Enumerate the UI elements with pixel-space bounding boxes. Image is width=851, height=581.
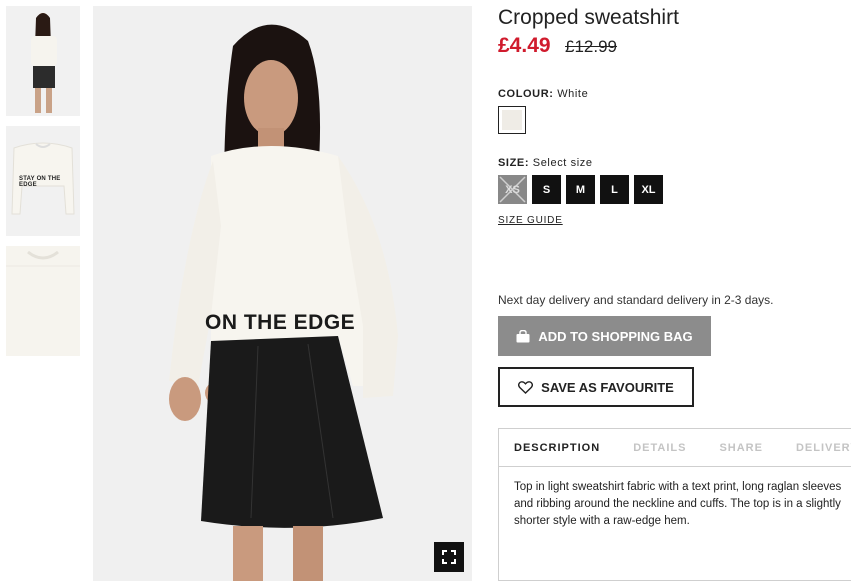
size-option-m[interactable]: M (566, 175, 595, 204)
colour-label: COLOUR: (498, 88, 554, 100)
thumbnail-model-image (6, 6, 80, 116)
heart-icon (518, 380, 534, 394)
swatch-fill (502, 110, 522, 130)
size-label-xs: XS (505, 183, 520, 196)
tab-delivery[interactable]: DELIVERY (796, 442, 851, 454)
add-to-bag-button[interactable]: ADD TO SHOPPING BAG (498, 316, 711, 356)
thumbnail-detail-image (6, 246, 80, 356)
sweatshirt-print-text: ON THE EDGE (205, 311, 356, 334)
size-value: Select size (532, 157, 593, 169)
thumbnail-front[interactable]: STAY ON THE EDGE (6, 126, 80, 236)
model-photo (93, 6, 472, 581)
tab-description[interactable]: DESCRIPTION (514, 442, 600, 454)
thumbnail-list: STAY ON THE EDGE (6, 6, 80, 366)
size-option-xs[interactable]: XS (498, 175, 527, 204)
add-to-bag-label: ADD TO SHOPPING BAG (538, 328, 693, 344)
expand-image-button[interactable] (434, 542, 464, 572)
size-label: SIZE: (498, 157, 530, 169)
description-text: Top in light sweatshirt fabric with a te… (514, 481, 842, 527)
size-option-s[interactable]: S (532, 175, 561, 204)
price-row: £4.49 £12.99 (498, 34, 617, 58)
size-guide-link[interactable]: SIZE GUIDE (498, 215, 563, 226)
size-label-xl: XL (641, 183, 656, 196)
size-label-s: S (542, 183, 551, 196)
tab-details[interactable]: DETAILS (633, 442, 686, 454)
product-details-panel: DESCRIPTION DETAILS SHARE DELIVERY Top i… (498, 428, 851, 581)
main-product-image: ON THE EDGE (93, 6, 472, 581)
thumbnail-detail[interactable] (6, 246, 80, 356)
size-option-xl[interactable]: XL (634, 175, 663, 204)
colour-swatch-white[interactable] (498, 106, 526, 134)
save-favourite-label: SAVE AS FAVOURITE (541, 379, 674, 395)
size-option-l[interactable]: L (600, 175, 629, 204)
colour-value: White (557, 88, 589, 100)
size-label-row: SIZE: Select size (498, 157, 593, 169)
details-tab-bar: DESCRIPTION DETAILS SHARE DELIVERY (499, 429, 851, 467)
sale-price: £4.49 (498, 34, 551, 57)
expand-icon (442, 550, 456, 564)
thumbnail-print-text: STAY ON THE EDGE (19, 176, 61, 188)
delivery-note: Next day delivery and standard delivery … (498, 293, 774, 307)
product-title: Cropped sweatshirt (498, 6, 679, 29)
save-favourite-button[interactable]: SAVE AS FAVOURITE (498, 367, 694, 407)
shopping-bag-icon (516, 329, 530, 342)
thumbnail-model[interactable] (6, 6, 80, 116)
size-label-m: M (575, 183, 586, 196)
size-selector: XS S M L XL (498, 175, 663, 204)
original-price: £12.99 (565, 37, 618, 56)
size-label-l: L (611, 183, 618, 196)
tab-share[interactable]: SHARE (719, 442, 763, 454)
colour-label-row: COLOUR: White (498, 88, 588, 100)
